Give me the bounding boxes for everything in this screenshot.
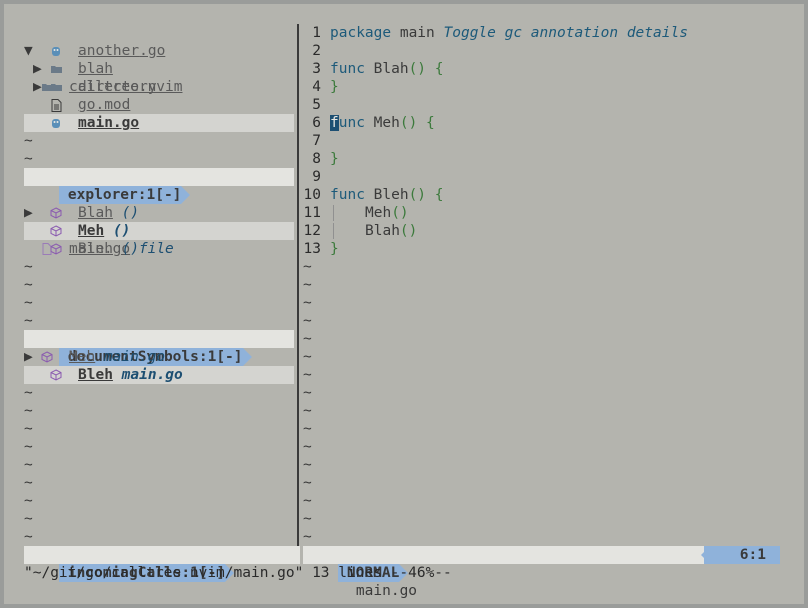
empty-line-marker: ~ <box>303 385 312 401</box>
empty-line-marker: ~ <box>303 295 312 311</box>
empty-line-marker: ~ <box>24 151 33 167</box>
empty-line-marker: ~ <box>24 511 33 527</box>
empty-line-marker: ~ <box>24 529 33 545</box>
folder-icon <box>49 60 63 78</box>
empty-line-marker: ~ <box>24 493 33 509</box>
line-number: 5 <box>312 97 321 113</box>
empty-line-marker: ~ <box>303 529 312 545</box>
editor-statusline: NORMAL main.go 6:1 <box>303 546 780 599</box>
window-separator[interactable] <box>297 24 299 546</box>
empty-line-marker: ~ <box>303 475 312 491</box>
vim-window: ▼ calltree.nvim another.go ▶ blah ▶ director… <box>4 4 804 604</box>
text-file-icon <box>49 96 63 114</box>
code-line[interactable]: } <box>330 78 339 96</box>
incoming-calls-statusline: incomingCalls:1[-] <box>24 546 300 582</box>
function-icon <box>49 240 63 258</box>
function-icon <box>49 366 63 384</box>
text-cursor: f <box>330 115 339 131</box>
folder-icon <box>49 78 63 96</box>
empty-line-marker: ~ <box>24 277 33 293</box>
tree-item-directory[interactable]: ▶ directory <box>24 78 294 96</box>
empty-line-marker: ~ <box>303 421 312 437</box>
function-icon <box>40 348 54 366</box>
code-line[interactable]: func Bleh() { <box>330 186 444 204</box>
empty-line-marker: ~ <box>303 493 312 509</box>
empty-line-marker: ~ <box>303 367 312 383</box>
symbol-item-Meh[interactable]: Meh () <box>24 222 294 240</box>
function-icon <box>49 204 63 222</box>
empty-line-marker: ~ <box>303 277 312 293</box>
tree-item-go[interactable]: go.mod <box>24 96 294 114</box>
gc-annotation-hint: Toggle gc annotation details <box>443 25 688 41</box>
line-number: 11 <box>303 205 321 221</box>
go-file-icon <box>49 42 63 60</box>
empty-line-marker: ~ <box>303 511 312 527</box>
symbol-item-Bleh[interactable]: Bleh () <box>24 240 294 258</box>
symbols-file-header[interactable]: ▶ main.go file <box>24 186 294 257</box>
explorer-statusline: explorer:1[-] <box>24 168 294 204</box>
line-number: 12 <box>303 223 321 239</box>
code-line[interactable]: } <box>330 150 339 168</box>
code-line[interactable]: Meh() <box>330 204 409 222</box>
line-number: 1 <box>312 25 321 41</box>
empty-line-marker: ~ <box>24 439 33 455</box>
tree-root[interactable]: ▼ calltree.nvim <box>24 24 294 95</box>
empty-line-marker: ~ <box>24 385 33 401</box>
empty-line-marker: ~ <box>24 421 33 437</box>
line-number: 7 <box>312 133 321 149</box>
empty-line-marker: ~ <box>303 259 312 275</box>
code-line[interactable]: func Blah() { <box>330 60 444 78</box>
empty-line-marker: ~ <box>303 331 312 347</box>
statusline-filename: main.go <box>355 583 418 599</box>
empty-line-marker: ~ <box>303 457 312 473</box>
empty-line-marker: ~ <box>303 403 312 419</box>
tree-item-main[interactable]: main.go <box>24 114 294 132</box>
symbol-item-Blah[interactable]: Blah () <box>24 204 294 222</box>
tree-item-blah[interactable]: ▶ blah <box>24 60 294 78</box>
line-number: 4 <box>312 79 321 95</box>
document-symbols-statusline: documentSymbols:1[-] <box>24 330 294 366</box>
empty-line-marker: ~ <box>24 295 33 311</box>
code-line[interactable]: func Meh() { <box>330 114 435 132</box>
line-number: 6 <box>312 115 321 131</box>
empty-line-marker: ~ <box>24 259 33 275</box>
document-symbol-Bleh[interactable]: Bleh main.go <box>24 366 294 384</box>
empty-line-marker: ~ <box>303 313 312 329</box>
empty-line-marker: ~ <box>24 403 33 419</box>
empty-line-marker: ~ <box>24 313 33 329</box>
empty-line-marker: ~ <box>24 133 33 149</box>
cursor-position: 6:1 <box>703 546 780 564</box>
code-line[interactable]: package main Toggle gc annotation detail… <box>330 24 688 42</box>
line-number: 13 <box>303 241 321 257</box>
empty-line-marker: ~ <box>24 457 33 473</box>
line-number: 8 <box>312 151 321 167</box>
function-icon <box>49 222 63 240</box>
empty-line-marker: ~ <box>24 475 33 491</box>
code-line[interactable]: Blah() <box>330 222 417 240</box>
document-symbol-Meh[interactable]: ▶ Meh main.go <box>24 348 294 366</box>
tree-item-another[interactable]: another.go <box>24 42 294 60</box>
code-line[interactable]: } <box>330 240 339 258</box>
line-number: 9 <box>312 169 321 185</box>
line-number: 2 <box>312 43 321 59</box>
go-file-icon <box>49 114 63 132</box>
line-number: 3 <box>312 61 321 77</box>
empty-line-marker: ~ <box>303 439 312 455</box>
empty-line-marker: ~ <box>303 349 312 365</box>
command-line-message: "~/git/go/calltree.nvim/main.go" 13 line… <box>24 565 452 581</box>
line-number: 10 <box>303 187 321 203</box>
